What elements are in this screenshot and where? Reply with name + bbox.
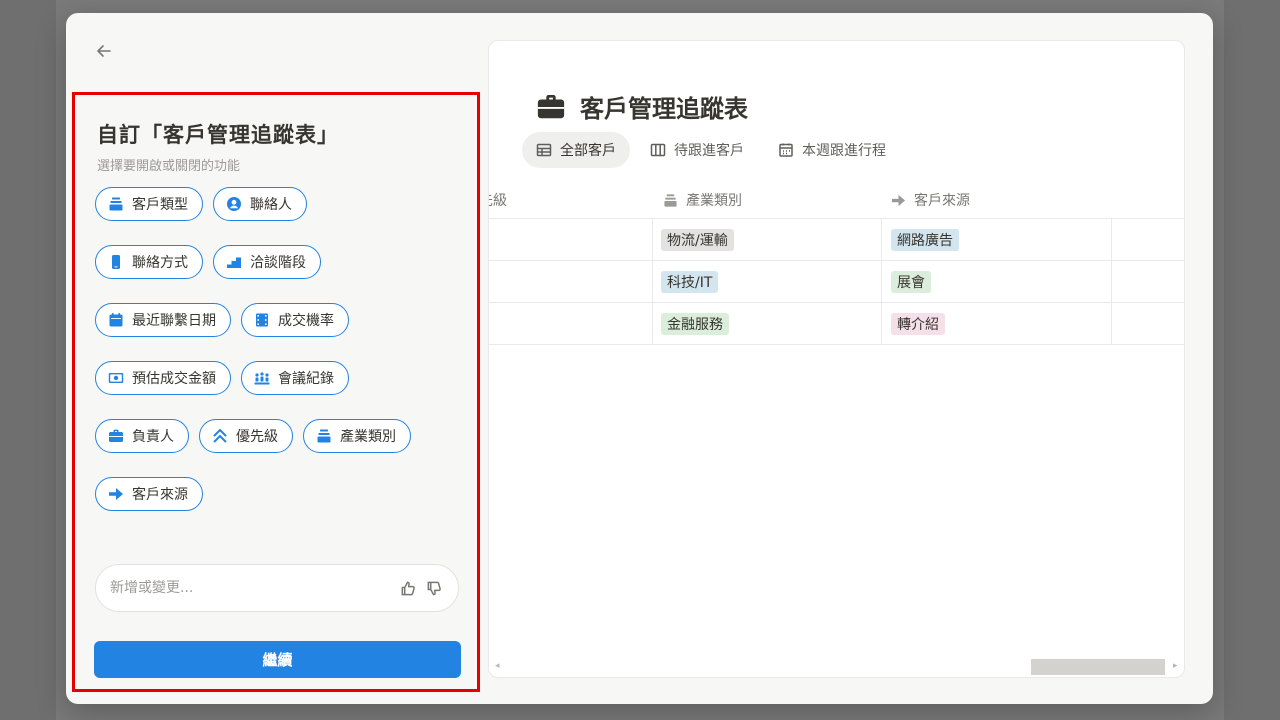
horizontal-scrollbar[interactable]: ◂ ▸ [489,659,1184,677]
briefcase-icon [537,94,565,118]
source-tag: 展會 [891,271,931,293]
calendar-icon [108,312,124,328]
table-icon [536,143,552,157]
tab-label: 待跟進客戶 [674,143,744,159]
calendar-icon [779,143,793,157]
chip-meeting-notes[interactable]: 會議紀錄 [241,361,349,395]
stack-icon [108,196,124,212]
chip-label: 成交機率 [278,313,334,329]
scroll-left-icon[interactable]: ◂ [495,661,500,671]
people-icon [254,370,270,386]
stairs-icon [226,254,242,270]
chevrons-up-icon [212,428,228,444]
customize-title: 自訂「客戶管理追蹤表」 [97,123,339,147]
database-title-text: 客戶管理追蹤表 [580,95,748,123]
briefcase-icon [108,428,124,444]
chip-label: 聯絡方式 [132,255,188,271]
continue-button[interactable]: 繼續 [94,641,461,678]
chip-owner[interactable]: 負責人 [95,419,189,453]
industry-tag: 科技/IT [661,271,719,293]
chip-label: 聯絡人 [250,197,292,213]
database-preview: 客戶管理追蹤表 全部客戶 待跟進客戶 本週跟進行程 先級 [488,40,1185,678]
customize-modal: 自訂「客戶管理追蹤表」 選擇要開啟或關閉的功能 客戶類型 聯絡人 聯絡方式 洽談… [66,13,1213,704]
tab-all-customers[interactable]: 全部客戶 [522,132,630,168]
thumbs-up-icon[interactable] [398,578,418,598]
change-request-box [95,564,459,612]
table-header: 先級 產業類別 客戶來源 [489,181,1184,219]
chip-label: 洽談階段 [250,255,306,271]
chip-label: 預估成交金額 [132,371,216,387]
chip-customer-type[interactable]: 客戶類型 [95,187,203,221]
chip-label: 客戶類型 [132,197,188,213]
back-button[interactable] [90,37,118,65]
arrow-left-icon [97,45,111,57]
money-icon [108,370,124,386]
backdrop-left [0,0,56,720]
tab-label: 本週跟進行程 [802,143,886,159]
board-icon [650,143,666,157]
source-tag: 網路廣告 [891,229,959,251]
feature-chips: 客戶類型 聯絡人 聯絡方式 洽談階段 最近聯繫日期 成交機率 預估成交金額 會議… [95,187,465,511]
phone-icon [108,254,124,270]
film-icon [254,312,270,328]
table-row[interactable]: 科技/IT 展會 [489,261,1184,303]
stack-icon [664,193,677,207]
chip-contact-method[interactable]: 聯絡方式 [95,245,203,279]
chip-negotiation-stage[interactable]: 洽談階段 [213,245,321,279]
person-circle-icon [226,196,242,212]
chip-priority[interactable]: 優先級 [199,419,293,453]
industry-tag: 金融服務 [661,313,729,335]
tab-follow-up[interactable]: 待跟進客戶 [636,132,758,168]
chip-label: 負責人 [132,429,174,445]
view-tabs: 全部客戶 待跟進客戶 本週跟進行程 [522,132,900,168]
chip-label: 產業類別 [340,429,396,445]
database-title: 客戶管理追蹤表 [536,89,748,124]
chip-label: 客戶來源 [132,487,188,503]
tab-weekly-schedule[interactable]: 本週跟進行程 [764,132,900,168]
chip-label: 優先級 [236,429,278,445]
database-table: 先級 產業類別 客戶來源 物流/運輸 網路廣告 [489,181,1184,345]
source-tag: 轉介紹 [891,313,945,335]
stack-icon [316,428,332,444]
arrow-right-icon [108,486,124,502]
industry-tag: 物流/運輸 [661,229,734,251]
customize-panel: 自訂「客戶管理追蹤表」 選擇要開啟或關閉的功能 客戶類型 聯絡人 聯絡方式 洽談… [72,92,480,692]
chip-contact-person[interactable]: 聯絡人 [213,187,307,221]
thumbs-down-icon[interactable] [424,578,444,598]
chip-last-contact-date[interactable]: 最近聯繫日期 [95,303,231,337]
chip-close-probability[interactable]: 成交機率 [241,303,349,337]
change-request-input[interactable] [110,580,392,596]
column-header-industry[interactable]: 產業類別 [663,181,742,219]
scrollbar-thumb[interactable] [1031,659,1165,675]
scroll-right-icon[interactable]: ▸ [1173,661,1178,671]
backdrop-right [1224,0,1280,720]
chip-label: 最近聯繫日期 [132,313,216,329]
chip-estimated-amount[interactable]: 預估成交金額 [95,361,231,395]
arrow-right-icon [891,194,906,206]
chip-label: 會議紀錄 [278,371,334,387]
chip-industry[interactable]: 產業類別 [303,419,411,453]
customize-subtitle: 選擇要開啟或關閉的功能 [97,159,241,174]
table-row[interactable]: 物流/運輸 網路廣告 [489,219,1184,261]
tab-label: 全部客戶 [560,143,616,159]
column-header-priority[interactable]: 先級 [489,181,507,219]
column-header-source[interactable]: 客戶來源 [891,181,970,219]
chip-customer-source[interactable]: 客戶來源 [95,477,203,511]
table-row[interactable]: 金融服務 轉介紹 [489,303,1184,345]
